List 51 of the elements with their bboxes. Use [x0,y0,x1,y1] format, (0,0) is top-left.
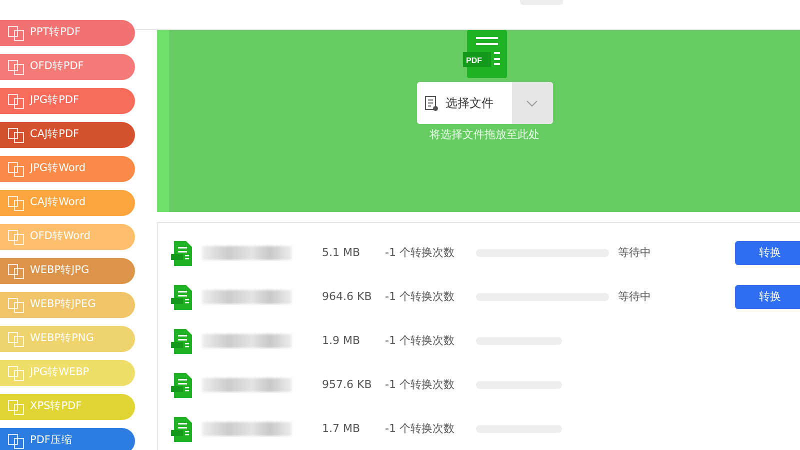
file-status: 等待中 [618,244,652,261]
converter-item[interactable]: PDF压缩 [0,428,135,450]
pdf-file-icon [171,284,192,310]
drop-zone[interactable]: PDF 选择文件 将选择文件拖放至此处 [157,30,800,212]
file-convert-icon [8,196,24,210]
converter-item[interactable]: CAJ转Word [0,190,135,216]
file-size: 964.6 KB [322,288,373,305]
file-convert-icon [8,366,24,380]
conversion-count: -1 个转换次数 [385,420,456,437]
file-size: 957.6 KB [322,376,373,393]
drop-hint: 将选择文件拖放至此处 [430,127,540,143]
file-size: 1.9 MB [322,332,362,349]
pdf-file-icon [171,416,192,442]
converter-item[interactable]: WEBP转JPEG [0,292,135,318]
conversion-count: -1 个转换次数 [385,332,456,349]
converter-item[interactable]: WEBP转PNG [0,326,135,352]
file-convert-icon [8,298,24,312]
conversion-count: -1 个转换次数 [385,376,456,393]
convert-button[interactable]: 转换 [735,285,800,309]
file-convert-icon [8,264,24,278]
file-convert-icon [8,60,24,74]
converter-item[interactable]: JPG转WEBP [0,360,135,386]
file-status: 等待中 [618,288,652,305]
conversion-count: -1 个转换次数 [385,244,456,261]
converter-item[interactable]: JPG转PDF [0,88,135,114]
pdf-label: PDF [466,56,482,65]
file-convert-icon [8,400,24,414]
file-size: 5.1 MB [322,244,362,261]
document-icon [424,96,438,110]
dropdown-button[interactable] [512,82,552,124]
file-convert-icon [8,230,24,244]
pdf-file-icon [171,328,192,354]
caret-icon [526,100,538,106]
conversion-count: -1 个转换次数 [385,288,456,305]
converter-item[interactable]: OFD转PDF [0,54,135,80]
convert-button[interactable]: 转换 [735,241,800,265]
pdf-file-icon [171,240,192,266]
file-convert-icon [8,26,24,40]
converter-item[interactable]: OFD转Word [0,224,135,250]
file-size: 1.7 MB [322,420,362,437]
file-convert-icon [8,332,24,346]
converter-item[interactable]: WEBP转JPG [0,258,135,284]
converter-item[interactable]: PPT转PDF [0,20,135,46]
file-convert-icon [8,162,24,176]
converter-item[interactable]: XPS转PDF [0,394,135,420]
file-convert-icon [8,434,24,448]
pdf-file-icon [171,372,192,398]
file-convert-icon [8,94,24,108]
converter-item[interactable]: CAJ转PDF [0,122,135,148]
converter-item[interactable]: JPG转Word [0,156,135,182]
file-convert-icon [8,128,24,142]
